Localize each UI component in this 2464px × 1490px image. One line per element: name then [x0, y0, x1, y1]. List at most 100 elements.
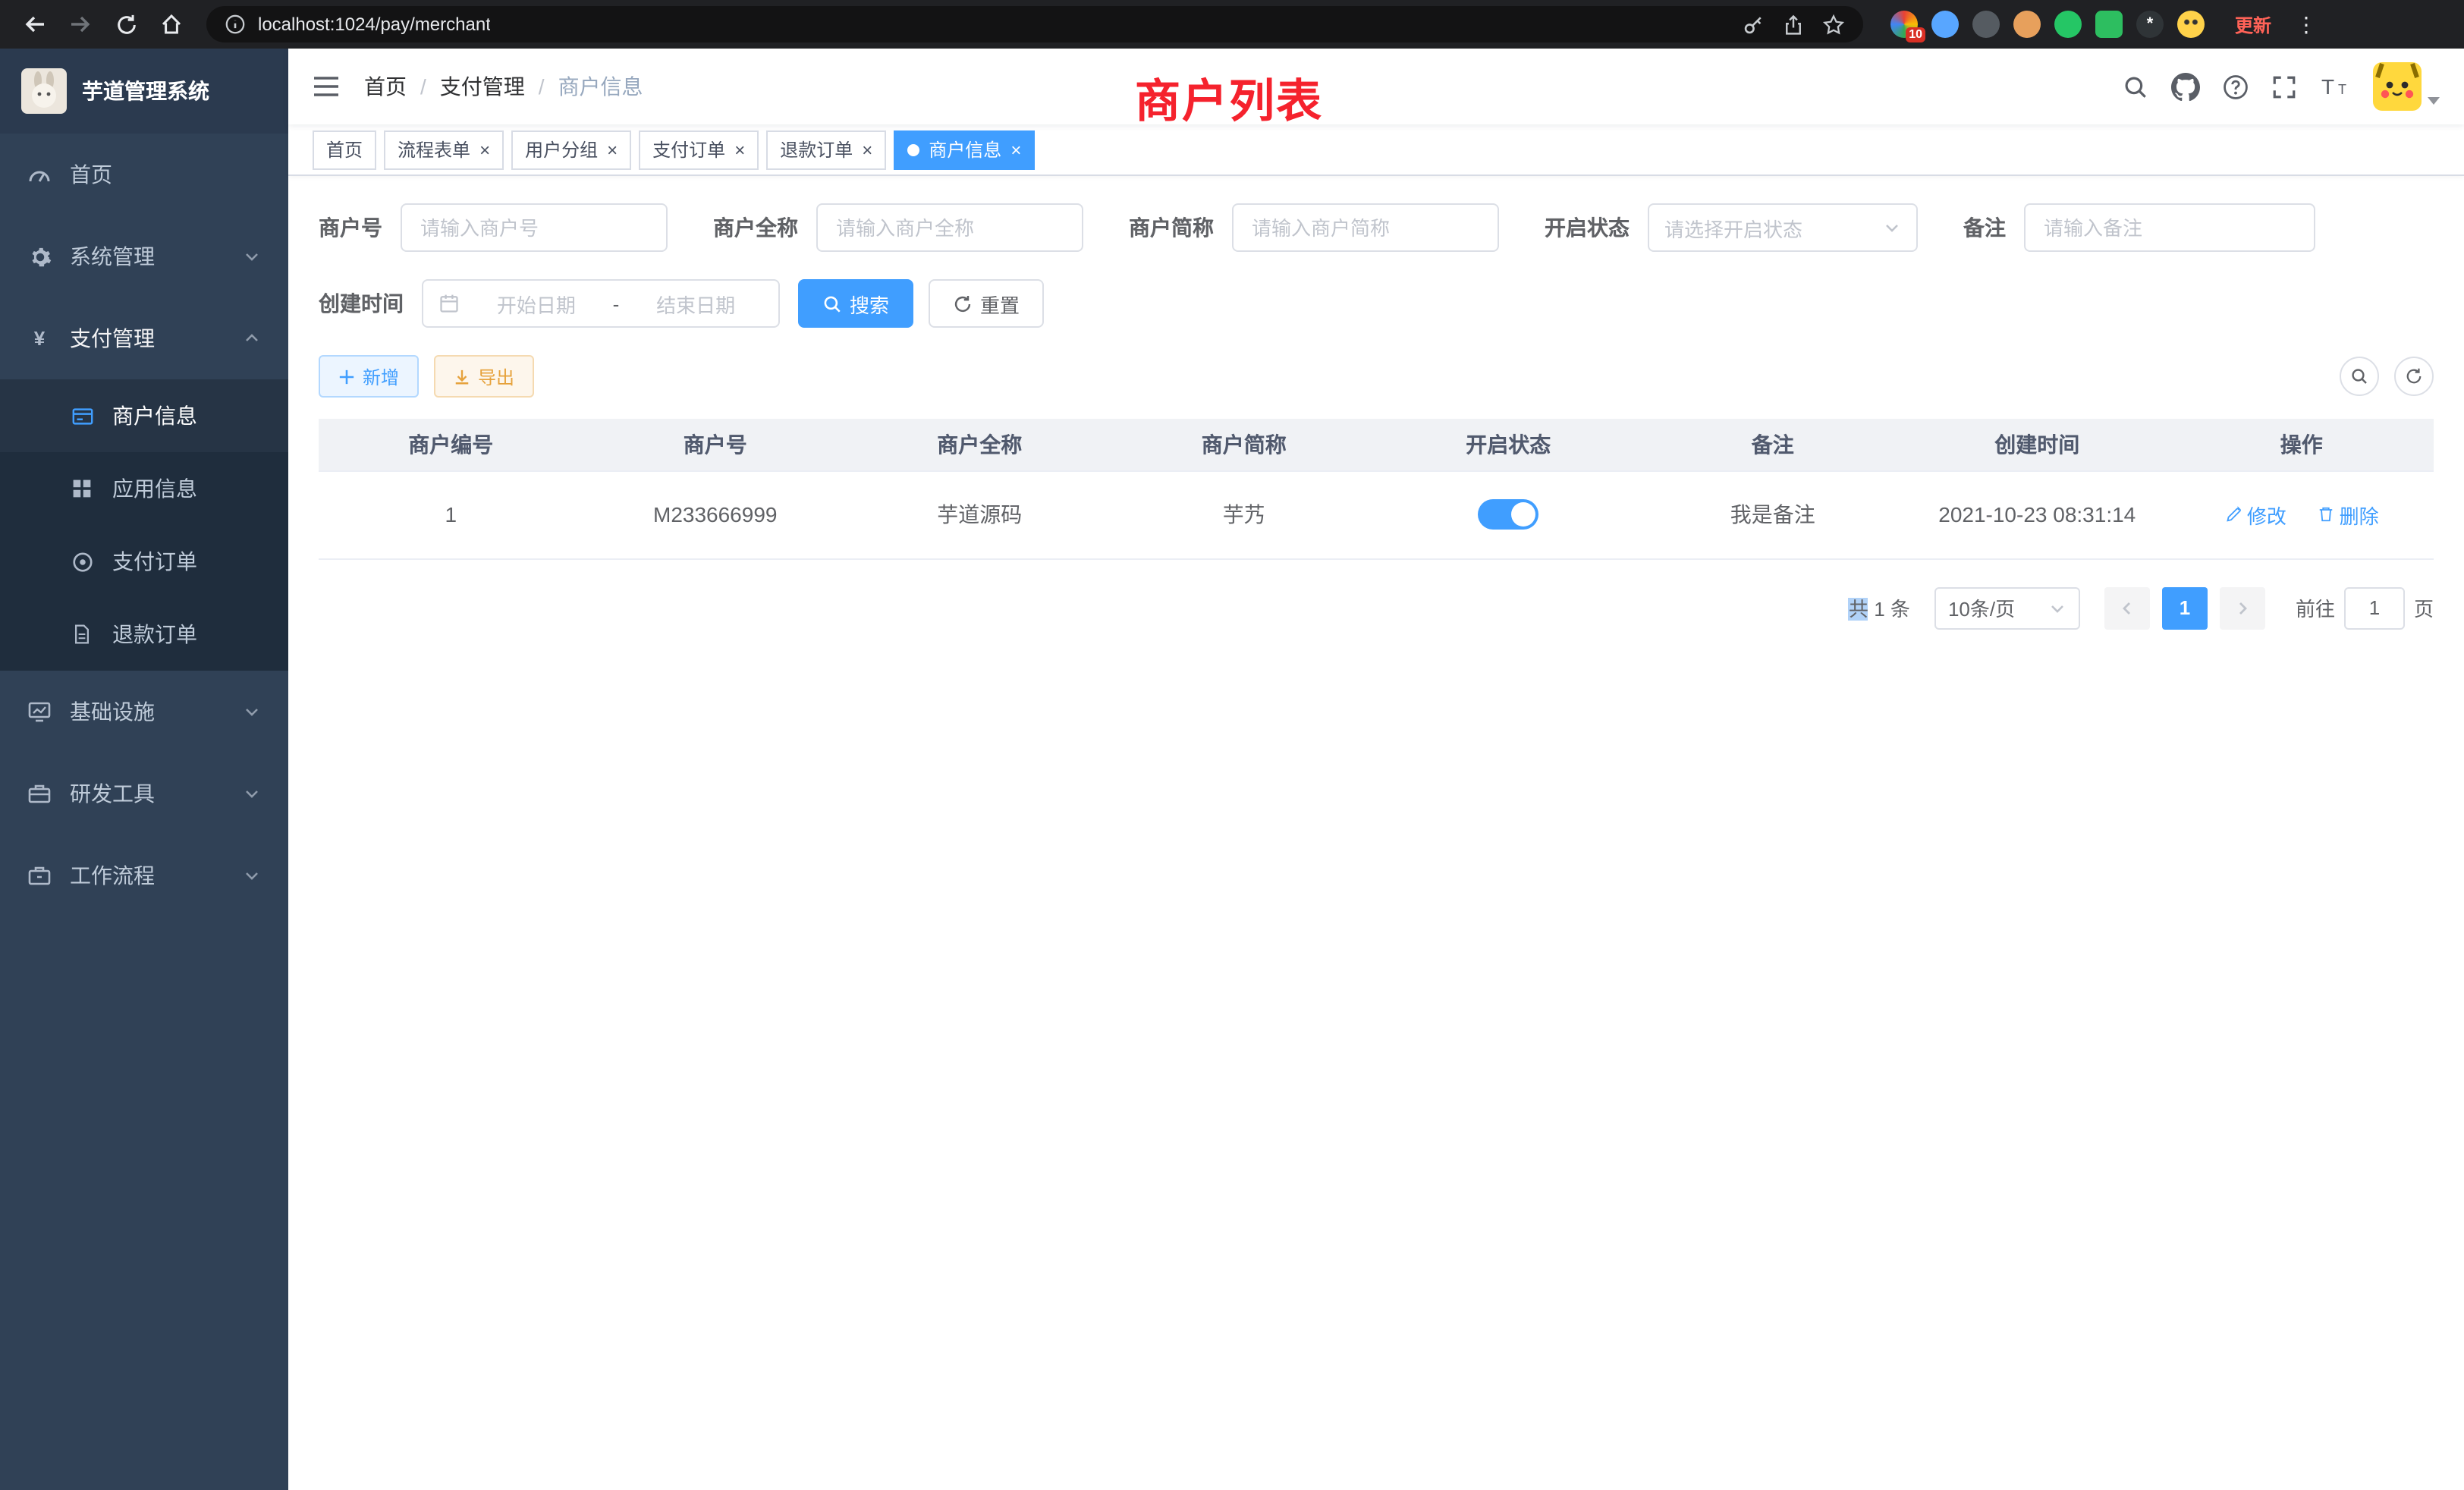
- date-start-placeholder: 开始日期: [469, 289, 604, 318]
- refresh-table-icon[interactable]: [2394, 357, 2434, 396]
- tab-close-icon[interactable]: ×: [862, 140, 872, 159]
- reset-button[interactable]: 重置: [929, 279, 1044, 328]
- sidebar-item-workflow[interactable]: 工作流程: [0, 835, 288, 916]
- payment-submenu: 商户信息 应用信息 支付订单: [0, 379, 288, 671]
- full-name-label: 商户全称: [713, 212, 798, 243]
- back-icon[interactable]: [15, 5, 55, 44]
- next-page-button[interactable]: [2220, 586, 2265, 629]
- chevron-down-icon: [2048, 599, 2066, 617]
- svg-text:¥: ¥: [34, 327, 46, 350]
- page-size-value: 10条/页: [1948, 593, 2015, 622]
- breadcrumb-home[interactable]: 首页: [364, 71, 407, 102]
- search-icon[interactable]: [2123, 74, 2148, 99]
- status-label: 开启状态: [1545, 212, 1630, 243]
- refresh-icon[interactable]: [106, 5, 146, 44]
- hamburger-icon[interactable]: [313, 74, 340, 99]
- breadcrumb-payment[interactable]: 支付管理: [440, 71, 525, 102]
- address-bar[interactable]: localhost:1024/pay/merchant: [206, 6, 1863, 42]
- sidebar-subitem-merchant-info[interactable]: 商户信息: [0, 379, 288, 452]
- col-actions: 操作: [2170, 419, 2434, 470]
- add-button[interactable]: 新增: [319, 355, 419, 398]
- pagination: 共 1 条 10条/页 1 前: [319, 586, 2434, 629]
- merchant-list-page: 商户号 商户全称 商户简称 开启状态 请选择开启状态: [288, 176, 2464, 1490]
- screen: localhost:1024/pay/merchant 10: [0, 0, 2464, 1490]
- tab-refund-order[interactable]: 退款订单 ×: [766, 130, 886, 169]
- table-toolbar: 新增 导出: [319, 355, 2434, 398]
- browser-menu-icon[interactable]: ⋮: [2290, 11, 2323, 37]
- extension-avatar-icon[interactable]: [2013, 11, 2041, 38]
- tab-user-group[interactable]: 用户分组 ×: [511, 130, 631, 169]
- merchant-no-input[interactable]: [401, 203, 668, 252]
- font-size-icon[interactable]: TT: [2320, 74, 2350, 99]
- share-icon[interactable]: [1783, 13, 1804, 36]
- fullscreen-icon[interactable]: [2271, 74, 2297, 99]
- col-short-name: 商户简称: [1112, 419, 1377, 470]
- col-create-time: 创建时间: [1905, 419, 2170, 470]
- extension-drop-icon[interactable]: [1931, 11, 1959, 38]
- tab-process-form[interactable]: 流程表单 ×: [384, 130, 504, 169]
- svg-text:T: T: [2338, 82, 2346, 97]
- extension-pinwheel-icon[interactable]: *: [2136, 11, 2164, 38]
- password-key-icon[interactable]: [1742, 13, 1765, 36]
- sidebar-subitem-pay-order[interactable]: 支付订单: [0, 525, 288, 598]
- goto-page-input[interactable]: [2344, 586, 2405, 629]
- sidebar-subitem-label: 商户信息: [112, 401, 197, 431]
- remark-input[interactable]: [2024, 203, 2315, 252]
- help-icon[interactable]: [2223, 74, 2249, 99]
- export-button[interactable]: 导出: [434, 355, 534, 398]
- short-name-input[interactable]: [1232, 203, 1499, 252]
- date-range-picker[interactable]: 开始日期 - 结束日期: [422, 279, 780, 328]
- edit-link-label: 修改: [2247, 500, 2286, 529]
- merchant-table: 商户编号 商户号 商户全称 商户简称 开启状态 备注 创建时间 操作 1: [319, 419, 2434, 559]
- status-toggle[interactable]: [1478, 499, 1538, 530]
- download-icon: [454, 368, 470, 385]
- tab-close-icon[interactable]: ×: [1010, 140, 1021, 159]
- prev-page-button[interactable]: [2104, 586, 2150, 629]
- short-name-label: 商户简称: [1129, 212, 1214, 243]
- user-avatar[interactable]: [2373, 62, 2422, 111]
- sidebar-item-payment[interactable]: ¥ 支付管理: [0, 297, 288, 379]
- bookmark-star-icon[interactable]: [1822, 13, 1845, 36]
- site-info-icon[interactable]: [225, 14, 246, 35]
- sidebar-item-system[interactable]: 系统管理: [0, 215, 288, 297]
- extension-smiley-icon[interactable]: [2177, 11, 2205, 38]
- extension-green-circle-icon[interactable]: [2054, 11, 2082, 38]
- tab-merchant-info[interactable]: 商户信息 ×: [894, 130, 1035, 169]
- github-icon[interactable]: [2171, 72, 2200, 101]
- active-tab-dot: [907, 143, 919, 156]
- cell-actions: 修改 删除: [2170, 470, 2434, 558]
- extension-notebook-icon[interactable]: [2095, 11, 2123, 38]
- edit-link[interactable]: 修改: [2224, 500, 2286, 529]
- tab-close-icon[interactable]: ×: [479, 140, 490, 159]
- page-1-button[interactable]: 1: [2162, 586, 2208, 629]
- sidebar-item-devtools[interactable]: 研发工具: [0, 753, 288, 835]
- tab-home[interactable]: 首页: [313, 130, 376, 169]
- full-name-input[interactable]: [816, 203, 1083, 252]
- toolbox-icon: [27, 781, 52, 806]
- delete-link-label: 删除: [2340, 500, 2379, 529]
- tab-pay-order[interactable]: 支付订单 ×: [639, 130, 759, 169]
- sidebar-subitem-refund-order[interactable]: 退款订单: [0, 598, 288, 671]
- search-button[interactable]: 搜索: [798, 279, 913, 328]
- sidebar-item-label: 支付管理: [70, 323, 155, 354]
- sidebar-item-label: 基础设施: [70, 696, 155, 727]
- forward-icon[interactable]: [61, 5, 100, 44]
- extension-dark-icon[interactable]: [1972, 11, 2000, 38]
- tab-close-icon[interactable]: ×: [734, 140, 745, 159]
- yen-icon: ¥: [27, 326, 52, 350]
- browser-update-button[interactable]: 更新: [2223, 11, 2283, 37]
- sidebar-item-label: 系统管理: [70, 241, 155, 272]
- sidebar-subitem-app-info[interactable]: 应用信息: [0, 452, 288, 525]
- status-select-placeholder: 请选择开启状态: [1664, 213, 1802, 242]
- delete-link[interactable]: 删除: [2317, 500, 2379, 529]
- user-menu[interactable]: [2373, 62, 2440, 111]
- tab-label: 支付订单: [652, 137, 725, 162]
- page-size-select[interactable]: 10条/页: [1934, 586, 2080, 629]
- status-select[interactable]: 请选择开启状态: [1648, 203, 1918, 252]
- tab-close-icon[interactable]: ×: [607, 140, 618, 159]
- extension-colorful-icon[interactable]: 10: [1890, 11, 1918, 38]
- sidebar-item-home[interactable]: 首页: [0, 134, 288, 215]
- sidebar-item-infrastructure[interactable]: 基础设施: [0, 671, 288, 753]
- home-icon[interactable]: [152, 5, 191, 44]
- toggle-search-icon[interactable]: [2340, 357, 2379, 396]
